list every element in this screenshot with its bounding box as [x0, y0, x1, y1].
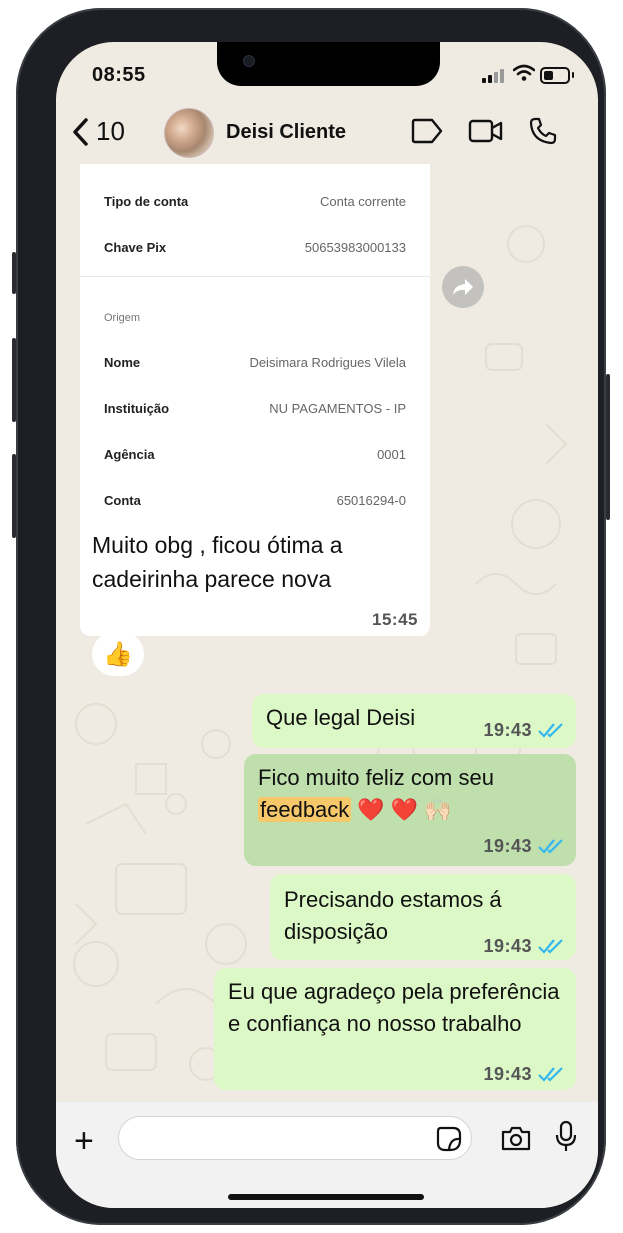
receipt-value: 50653983000133 [304, 240, 406, 255]
wifi-icon [513, 64, 535, 81]
receipt-value: 65016294-0 [336, 493, 406, 508]
message-text: Fico muito feliz com seu feedback ❤️ ❤️ … [258, 762, 568, 826]
composer-bar: + [56, 1102, 598, 1208]
incoming-message-time: 15:45 [372, 610, 418, 629]
message-input[interactable] [118, 1116, 472, 1160]
read-ticks-icon [538, 939, 563, 954]
camera-icon[interactable] [500, 1124, 532, 1152]
message-text-part: Fico muito feliz com seu [258, 765, 494, 790]
power-button [606, 374, 610, 520]
receipt-row: Agência 0001 [104, 447, 406, 462]
video-camera-icon[interactable] [468, 118, 504, 144]
receipt-label: Instituição [104, 401, 170, 416]
chevron-left-icon [73, 117, 88, 146]
receipt-row: Chave Pix 50653983000133 [104, 240, 406, 255]
message-time: 19:43 [483, 720, 532, 740]
message-time: 19:43 [483, 1064, 532, 1084]
message-meta: 19:43 [483, 830, 564, 862]
volume-down-button [12, 454, 16, 538]
battery-icon [540, 67, 574, 84]
message-meta: 19:43 [483, 930, 564, 962]
back-button[interactable]: 10 [72, 116, 125, 147]
notch [217, 42, 440, 86]
microphone-icon[interactable] [554, 1120, 578, 1154]
front-camera [243, 55, 255, 67]
phone-frame: 08:55 10 Deisi Cliente Tipo de conta Con… [12, 8, 610, 1225]
message-time: 19:43 [483, 936, 532, 956]
message-time: 19:43 [483, 836, 532, 856]
outgoing-message[interactable]: Que legal Deisi 19:43 [252, 694, 576, 748]
avatar[interactable] [164, 108, 214, 158]
receipt-value: 0001 [377, 447, 406, 462]
message-text: Eu que agradeço pela preferência e confi… [228, 979, 560, 1036]
tag-icon[interactable] [410, 118, 444, 144]
cellular-signal-icon [482, 67, 506, 83]
screen: 08:55 10 Deisi Cliente Tipo de conta Con… [56, 42, 598, 1208]
outgoing-message[interactable]: Eu que agradeço pela preferência e confi… [214, 968, 576, 1090]
chat-area[interactable]: Tipo de conta Conta corrente Chave Pix 5… [56, 164, 598, 1102]
read-ticks-icon [538, 1067, 563, 1082]
emoji: ❤️ ❤️ 🙌🏻 [357, 797, 452, 822]
contact-name[interactable]: Deisi Cliente [226, 121, 346, 144]
receipt-label: Nome [104, 355, 141, 370]
mute-switch [12, 252, 16, 294]
receipt-row: Instituição NU PAGAMENTOS - IP [104, 401, 406, 416]
receipt-row: Conta 65016294-0 [104, 493, 406, 508]
receipt-label: Tipo de conta [104, 194, 189, 209]
message-meta: 19:43 [483, 1058, 564, 1090]
receipt-value: Deisimara Rodrigues Vilela [249, 355, 406, 370]
plus-icon[interactable]: + [74, 1124, 94, 1158]
message-meta: 19:43 [483, 714, 564, 746]
status-time: 08:55 [92, 64, 146, 86]
receipt-label: Agência [104, 447, 155, 462]
message-text: Que legal Deisi [266, 705, 416, 730]
outgoing-message[interactable]: Precisando estamos á disposição 19:43 [270, 874, 576, 960]
payment-receipt-image[interactable]: Tipo de conta Conta corrente Chave Pix 5… [80, 164, 430, 636]
phone-icon[interactable] [528, 116, 558, 146]
read-ticks-icon [538, 839, 563, 854]
read-ticks-icon [538, 723, 563, 738]
home-indicator [228, 1194, 424, 1200]
receipt-divider [80, 276, 430, 277]
receipt-label: Conta [104, 493, 141, 508]
receipt-label: Chave Pix [104, 240, 167, 255]
unread-count: 10 [96, 116, 125, 146]
receipt-value: NU PAGAMENTOS - IP [269, 401, 406, 416]
receipt-row: Nome Deisimara Rodrigues Vilela [104, 355, 406, 370]
incoming-message-text: Muito obg , ficou ótima a cadeirinha par… [92, 532, 343, 592]
volume-up-button [12, 338, 16, 422]
receipt-value: Conta corrente [320, 194, 406, 209]
chat-header: 10 Deisi Cliente [56, 98, 598, 164]
reaction-badge[interactable]: 👍 [92, 632, 144, 676]
highlighted-word: feedback [258, 797, 352, 822]
sticker-icon[interactable] [436, 1126, 462, 1152]
receipt-row: Tipo de conta Conta corrente [104, 194, 406, 209]
receipt-section-title: Origem [104, 312, 141, 324]
forward-icon [453, 279, 473, 295]
outgoing-message-selected[interactable]: Fico muito feliz com seu feedback ❤️ ❤️ … [244, 754, 576, 866]
forward-button[interactable] [442, 266, 484, 308]
